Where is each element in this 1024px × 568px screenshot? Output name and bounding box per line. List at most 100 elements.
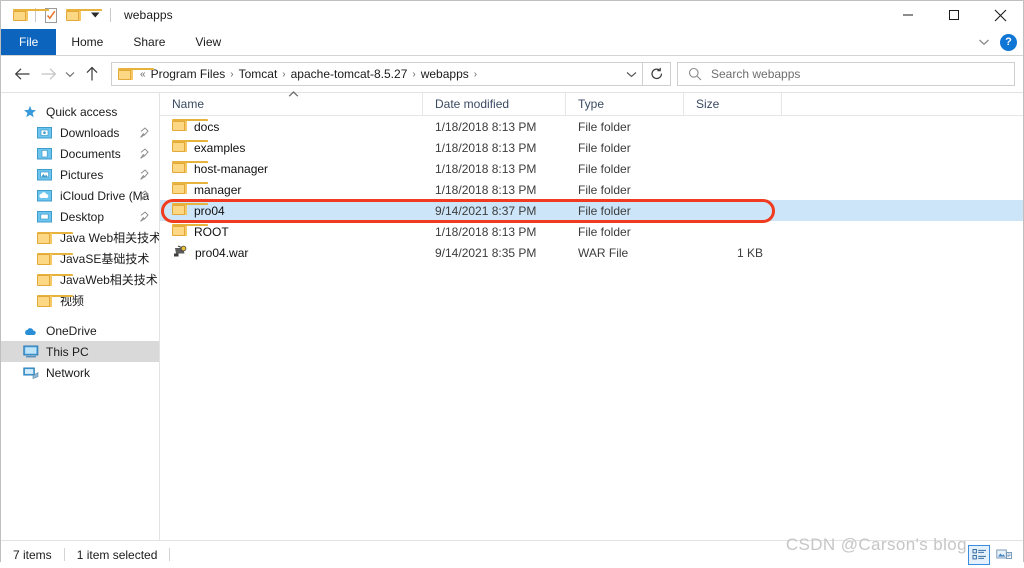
sidebar-item-video-folder[interactable]: 视频 bbox=[1, 290, 159, 311]
file-name-cell: pro04.war bbox=[160, 244, 423, 261]
ribbon-right-controls: ? bbox=[978, 29, 1017, 55]
column-header-type[interactable]: Type bbox=[566, 93, 684, 115]
breadcrumb-item-webapps[interactable]: webapps bbox=[418, 67, 472, 81]
sidebar-item-java-web-folder[interactable]: Java Web相关技术 bbox=[1, 227, 159, 248]
tab-share[interactable]: Share bbox=[118, 29, 180, 55]
file-type-cell: File folder bbox=[578, 224, 631, 239]
table-row[interactable]: host-manager 1/18/2018 8:13 PM File fold… bbox=[160, 158, 1023, 179]
downloads-folder-icon bbox=[37, 126, 54, 139]
breadcrumb-item-tomcat[interactable]: Tomcat bbox=[236, 67, 281, 81]
forward-button[interactable] bbox=[35, 61, 61, 87]
table-row[interactable]: ROOT 1/18/2018 8:13 PM File folder bbox=[160, 221, 1023, 242]
file-date-cell: 1/18/2018 8:13 PM bbox=[435, 224, 537, 239]
refresh-button[interactable] bbox=[643, 62, 671, 86]
sidebar-item-label: Documents bbox=[60, 146, 121, 161]
file-name-cell: host-manager bbox=[160, 161, 423, 176]
desktop-folder-icon bbox=[37, 210, 54, 223]
sidebar-item-this-pc[interactable]: This PC bbox=[1, 341, 159, 362]
breadcrumb-overflow-icon[interactable]: « bbox=[138, 69, 148, 80]
pin-icon[interactable] bbox=[140, 148, 149, 162]
sidebar-item-desktop[interactable]: Desktop bbox=[1, 206, 159, 227]
archive-icon bbox=[172, 244, 188, 261]
table-row[interactable]: pro04.war 9/14/2021 8:35 PM WAR File 1 K… bbox=[160, 242, 1023, 263]
maximize-button[interactable] bbox=[931, 1, 977, 29]
documents-folder-icon bbox=[37, 147, 54, 160]
folder-icon[interactable] bbox=[9, 4, 49, 26]
properties-icon[interactable] bbox=[40, 4, 62, 26]
sidebar-item-icloud-drive[interactable]: iCloud Drive (Ma bbox=[1, 185, 159, 206]
file-name-cell: examples bbox=[160, 140, 423, 155]
new-folder-icon[interactable] bbox=[62, 4, 102, 26]
quick-access-toolbar bbox=[1, 1, 115, 29]
pin-icon[interactable] bbox=[140, 169, 149, 183]
icloud-folder-icon bbox=[37, 189, 54, 202]
file-date-cell: 1/18/2018 8:13 PM bbox=[435, 140, 537, 155]
sidebar-item-onedrive[interactable]: OneDrive bbox=[1, 320, 159, 341]
cloud-icon bbox=[23, 325, 40, 336]
network-icon bbox=[23, 366, 40, 379]
folder-icon bbox=[37, 294, 73, 307]
column-header-date-modified[interactable]: Date modified bbox=[423, 93, 566, 115]
sidebar-item-label: Desktop bbox=[60, 209, 105, 224]
address-bar[interactable]: « Program Files › Tomcat › apache-tomcat… bbox=[111, 62, 643, 86]
column-header-size[interactable]: Size bbox=[684, 93, 782, 115]
up-button[interactable] bbox=[79, 61, 105, 87]
window-controls bbox=[885, 1, 1023, 29]
back-button[interactable] bbox=[9, 61, 35, 87]
pin-icon[interactable] bbox=[140, 211, 149, 225]
breadcrumb-separator-icon[interactable]: › bbox=[472, 69, 479, 80]
folder-icon bbox=[172, 119, 208, 134]
table-row[interactable]: examples 1/18/2018 8:13 PM File folder bbox=[160, 137, 1023, 158]
navigation-bar: « Program Files › Tomcat › apache-tomcat… bbox=[1, 56, 1023, 92]
file-name-label: manager bbox=[194, 182, 242, 197]
ribbon-collapse-icon[interactable] bbox=[978, 35, 990, 49]
view-mode-buttons bbox=[968, 541, 1015, 568]
pin-icon[interactable] bbox=[140, 190, 149, 204]
status-bar: 7 items 1 item selected CSDN @Carson's b… bbox=[1, 535, 1023, 568]
file-type-cell: File folder bbox=[578, 182, 631, 197]
sidebar-item-javase-folder[interactable]: JavaSE基础技术 bbox=[1, 248, 159, 269]
minimize-button[interactable] bbox=[885, 1, 931, 29]
breadcrumb-separator-icon[interactable]: › bbox=[280, 69, 287, 80]
file-name-cell: docs bbox=[160, 119, 423, 134]
table-row[interactable]: manager 1/18/2018 8:13 PM File folder bbox=[160, 179, 1023, 200]
monitor-icon bbox=[23, 345, 40, 358]
sidebar-item-pictures[interactable]: Pictures bbox=[1, 164, 159, 185]
breadcrumb-item-apache-tomcat[interactable]: apache-tomcat-8.5.27 bbox=[288, 67, 411, 81]
folder-icon bbox=[37, 252, 73, 265]
file-name-cell: ROOT bbox=[160, 224, 423, 239]
sidebar-item-label: Downloads bbox=[60, 125, 120, 140]
sort-ascending-icon bbox=[288, 89, 299, 99]
sidebar-item-downloads[interactable]: Downloads bbox=[1, 122, 159, 143]
file-type-cell: WAR File bbox=[578, 245, 629, 260]
sidebar-item-network[interactable]: Network bbox=[1, 362, 159, 383]
search-box[interactable]: Search webapps bbox=[677, 62, 1015, 86]
help-icon[interactable]: ? bbox=[1000, 33, 1017, 51]
table-row[interactable]: docs 1/18/2018 8:13 PM File folder bbox=[160, 116, 1023, 137]
tab-view[interactable]: View bbox=[180, 29, 236, 55]
chevron-down-icon[interactable] bbox=[84, 4, 106, 26]
tab-file[interactable]: File bbox=[1, 29, 57, 55]
breadcrumb-item-program-files[interactable]: Program Files bbox=[148, 67, 229, 81]
address-dropdown-icon[interactable] bbox=[620, 71, 642, 78]
sidebar-item-label: Quick access bbox=[46, 104, 118, 119]
file-name-label: pro04.war bbox=[195, 245, 249, 260]
tab-home[interactable]: Home bbox=[56, 29, 118, 55]
recent-locations-icon[interactable] bbox=[61, 61, 79, 87]
file-type-cell: File folder bbox=[578, 140, 631, 155]
column-header-label: Size bbox=[696, 97, 720, 111]
content-area: Quick access Downloads Documents Picture… bbox=[1, 89, 1023, 540]
sidebar-item-quick-access[interactable]: Quick access bbox=[1, 101, 159, 122]
sidebar-item-javaweb-folder[interactable]: JavaWeb相关技术 bbox=[1, 269, 159, 290]
close-button[interactable] bbox=[977, 1, 1023, 29]
file-name-label: docs bbox=[194, 119, 220, 134]
folder-icon bbox=[37, 231, 73, 244]
file-date-cell: 1/18/2018 8:13 PM bbox=[435, 119, 537, 134]
breadcrumb-separator-icon[interactable]: › bbox=[410, 69, 417, 80]
table-row-selected[interactable]: pro04 9/14/2021 8:37 PM File folder bbox=[160, 200, 1023, 221]
pin-icon[interactable] bbox=[140, 127, 149, 141]
breadcrumb-separator-icon[interactable]: › bbox=[228, 69, 235, 80]
sidebar-item-documents[interactable]: Documents bbox=[1, 143, 159, 164]
search-input[interactable]: Search webapps bbox=[711, 67, 800, 81]
file-size-cell: 1 KB bbox=[736, 245, 763, 260]
